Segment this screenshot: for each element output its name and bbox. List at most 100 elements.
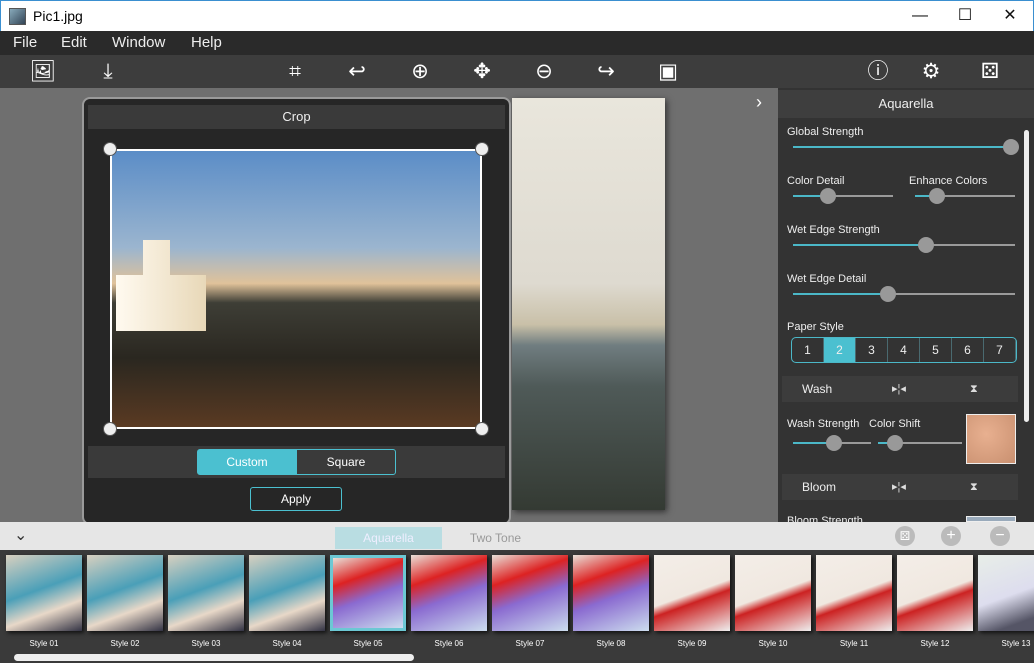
menu-help[interactable]: Help — [191, 34, 222, 51]
paper-style-3[interactable]: 3 — [856, 338, 888, 362]
menu-window[interactable]: Window — [112, 34, 165, 51]
minimize-button[interactable]: — — [897, 5, 943, 27]
slider-knob[interactable] — [886, 435, 903, 451]
style-label: Style 08 — [596, 639, 626, 648]
bloom-strength-label: Bloom Strength — [787, 515, 863, 522]
expand-panel-icon[interactable]: › — [756, 92, 762, 113]
color-shift-slider[interactable] — [878, 435, 962, 451]
style-thumbnail[interactable] — [573, 555, 649, 631]
random-style-icon[interactable]: ⚄ — [895, 526, 915, 546]
slider-knob[interactable] — [1002, 139, 1019, 155]
toolbar: 🖼 ⤓ ⌗ ↩ ⊕ ✥ ⊖ ↪ ▣ ⓘ ⚙ ⚄ — [0, 55, 1034, 88]
menu-file[interactable]: File — [13, 34, 37, 51]
info-icon[interactable]: ⓘ — [863, 58, 893, 86]
style-thumbnail[interactable] — [816, 555, 892, 631]
close-button[interactable]: ✕ — [987, 5, 1033, 27]
flip-horizontal-icon[interactable]: ▸¦◂ — [892, 474, 906, 500]
color-detail-slider[interactable] — [793, 188, 893, 204]
remove-style-icon[interactable]: − — [990, 526, 1010, 546]
maximize-button[interactable]: ☐ — [942, 5, 988, 27]
style-thumbnail[interactable] — [978, 555, 1034, 631]
crop-icon[interactable]: ⌗ — [280, 58, 310, 86]
fit-image-icon[interactable]: ▣ — [653, 58, 683, 86]
wet-edge-detail-label: Wet Edge Detail — [787, 273, 867, 285]
paper-style-4[interactable]: 4 — [888, 338, 920, 362]
flip-vertical-icon[interactable]: ⧗ — [970, 376, 978, 402]
undo-icon[interactable]: ↩ — [342, 58, 372, 86]
zoom-in-icon[interactable]: ⊕ — [405, 58, 435, 86]
style-label: Style 06 — [434, 639, 464, 648]
slider-fill — [793, 244, 927, 246]
collapse-icon[interactable]: ⌄ — [14, 525, 27, 545]
wet-edge-strength-label: Wet Edge Strength — [787, 224, 880, 236]
slider-knob[interactable] — [820, 188, 836, 204]
style-thumbnail[interactable] — [6, 555, 82, 631]
redo-icon[interactable]: ↪ — [591, 58, 621, 86]
window-title: Pic1.jpg — [33, 8, 83, 24]
paper-style-1[interactable]: 1 — [792, 338, 824, 362]
style-thumbnail[interactable] — [492, 555, 568, 631]
settings-icon[interactable]: ⚙ — [916, 58, 946, 86]
random-dice-icon[interactable]: ⚄ — [975, 58, 1005, 86]
style-label: Style 03 — [191, 639, 221, 648]
style-thumbnail[interactable] — [330, 555, 406, 631]
custom-button[interactable]: Custom — [197, 449, 297, 475]
crop-handle-top-left[interactable] — [103, 142, 117, 156]
slider-knob[interactable] — [929, 188, 945, 204]
tab-aquarella[interactable]: Aquarella — [335, 527, 442, 549]
thumbnails-scrollbar[interactable] — [14, 654, 414, 661]
style-thumbnail[interactable] — [654, 555, 730, 631]
paper-style-selector: 1234567 — [791, 337, 1017, 363]
save-icon[interactable]: ⤓ — [93, 58, 123, 86]
flip-horizontal-icon[interactable]: ▸¦◂ — [892, 376, 906, 402]
wet-edge-detail-slider[interactable] — [793, 286, 1015, 302]
settings-panel: Aquarella Global Strength Color Detail E… — [778, 88, 1034, 522]
crop-title: Crop — [88, 105, 505, 129]
wash-strength-slider[interactable] — [793, 435, 871, 451]
panel-title: Aquarella — [778, 90, 1034, 118]
style-thumbnail[interactable] — [897, 555, 973, 631]
crop-image[interactable] — [110, 149, 482, 429]
crop-handle-bottom-left[interactable] — [103, 422, 117, 436]
paper-style-label: Paper Style — [787, 321, 844, 333]
menu-bar: File Edit Window Help — [0, 31, 1034, 55]
move-icon[interactable]: ✥ — [467, 58, 497, 86]
style-label: Style 10 — [758, 639, 788, 648]
open-image-icon[interactable]: 🖼 — [28, 58, 58, 86]
wash-texture-swatch[interactable] — [966, 414, 1016, 464]
paper-style-6[interactable]: 6 — [952, 338, 984, 362]
style-label: Style 02 — [110, 639, 140, 648]
style-thumbnail[interactable] — [735, 555, 811, 631]
style-thumbnail[interactable] — [87, 555, 163, 631]
style-tab-bar: ⌄ Aquarella Two Tone ⚄ + − — [0, 522, 1034, 550]
style-thumbnail[interactable] — [168, 555, 244, 631]
paper-style-2[interactable]: 2 — [824, 338, 856, 362]
style-label: Style 01 — [29, 639, 59, 648]
slider-knob[interactable] — [918, 237, 935, 253]
bloom-section[interactable]: Bloom ▸¦◂ ⧗ — [782, 474, 1018, 500]
slider-fill — [793, 293, 889, 295]
menu-edit[interactable]: Edit — [61, 34, 87, 51]
crop-handle-bottom-right[interactable] — [475, 422, 489, 436]
square-button[interactable]: Square — [296, 449, 396, 475]
preview-image — [512, 98, 665, 510]
wash-section[interactable]: Wash ▸¦◂ ⧗ — [782, 376, 1018, 402]
add-style-icon[interactable]: + — [941, 526, 961, 546]
style-label: Style 09 — [677, 639, 707, 648]
apply-button[interactable]: Apply — [250, 487, 342, 511]
wet-edge-strength-slider[interactable] — [793, 237, 1015, 253]
flip-vertical-icon[interactable]: ⧗ — [970, 474, 978, 500]
lighthouse — [116, 240, 206, 331]
zoom-out-icon[interactable]: ⊖ — [529, 58, 559, 86]
tab-two-tone[interactable]: Two Tone — [442, 527, 549, 549]
paper-style-7[interactable]: 7 — [984, 338, 1016, 362]
global-strength-slider[interactable] — [793, 139, 1019, 155]
slider-knob[interactable] — [880, 286, 897, 302]
style-thumbnail[interactable] — [411, 555, 487, 631]
paper-style-5[interactable]: 5 — [920, 338, 952, 362]
slider-knob[interactable] — [826, 435, 843, 451]
enhance-colors-slider[interactable] — [915, 188, 1015, 204]
style-thumbnail[interactable] — [249, 555, 325, 631]
panel-scrollbar[interactable] — [1024, 130, 1029, 422]
crop-handle-top-right[interactable] — [475, 142, 489, 156]
